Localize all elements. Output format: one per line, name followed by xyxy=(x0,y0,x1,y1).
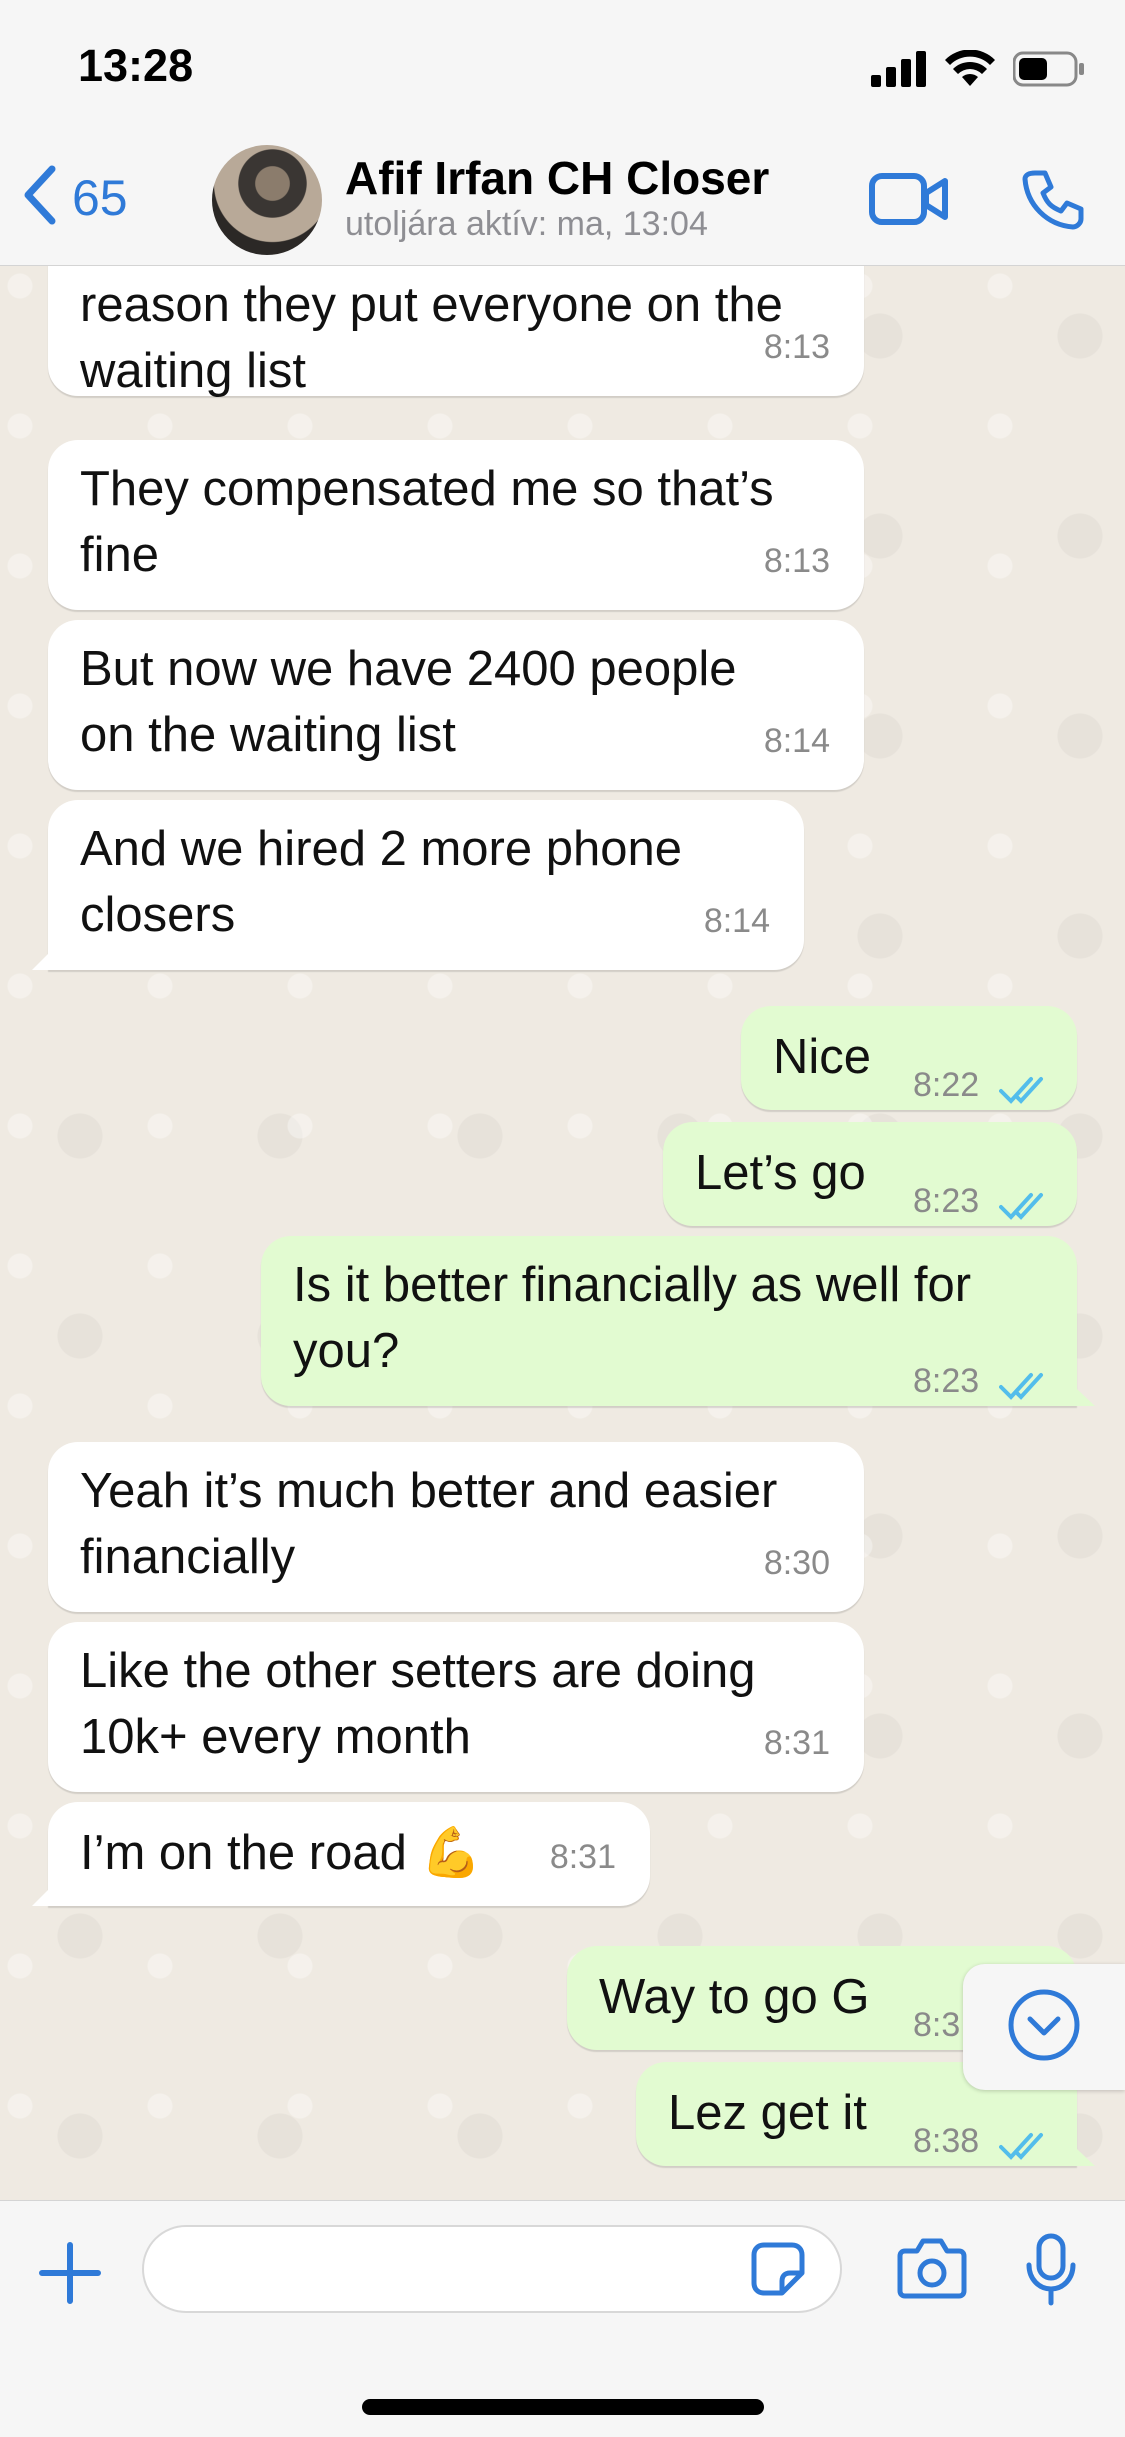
message-input[interactable] xyxy=(142,2225,842,2313)
message-time: 8:38 xyxy=(913,2122,980,2160)
message-time: 8:31 xyxy=(763,1724,830,1762)
signal-icon xyxy=(871,51,927,92)
message-text-line: closers xyxy=(80,888,236,942)
incoming-message[interactable]: And we hired 2 more phone closers 8:14 xyxy=(32,800,804,970)
message-time: 8:13 xyxy=(763,542,830,580)
chevron-down-circle-icon xyxy=(1006,1987,1082,2068)
chat-messages[interactable]: reason they put everyone on the waiting … xyxy=(0,266,1125,2200)
message-time: 8:30 xyxy=(763,1544,830,1582)
message-time: 8:23 xyxy=(913,1182,980,1220)
outgoing-message[interactable]: Is it better financially as well for you… xyxy=(261,1236,1095,1406)
chat-header: 65 Afif Irfan CH Closer utoljára aktív: … xyxy=(0,135,1125,266)
incoming-message[interactable]: Like the other setters are doing 10k+ ev… xyxy=(48,1622,864,1792)
message-text-line: But now we have 2400 people xyxy=(80,642,737,696)
message-text-line: Is it better financially as well for xyxy=(293,1258,972,1312)
message-text-line: you? xyxy=(293,1324,400,1378)
message-text-line: financially xyxy=(80,1530,296,1584)
message-text-line: Yeah it’s much better and easier xyxy=(80,1464,778,1518)
microphone-icon[interactable] xyxy=(1025,2233,1077,2312)
message-time: 8:14 xyxy=(703,902,770,940)
outgoing-message[interactable]: Let’s go 8:23 xyxy=(663,1122,1077,1226)
message-text-line: And we hired 2 more phone xyxy=(80,822,682,876)
scroll-to-bottom-button[interactable] xyxy=(963,1964,1125,2090)
message-text: Lez get it xyxy=(668,2086,867,2140)
outgoing-message[interactable]: Nice 8:22 xyxy=(741,1006,1077,1110)
message-text-line: fine xyxy=(80,528,160,582)
incoming-message[interactable]: But now we have 2400 people on the waiti… xyxy=(48,620,864,790)
bubble-tail xyxy=(1061,1374,1095,1406)
phone-icon[interactable] xyxy=(1021,167,1085,236)
bubble-tail xyxy=(32,938,64,970)
plus-icon[interactable] xyxy=(38,2241,102,2310)
message-text: I’m on the road 💪 xyxy=(80,1826,482,1880)
chevron-left-icon xyxy=(22,165,58,230)
video-call-icon[interactable] xyxy=(869,171,949,232)
battery-icon xyxy=(1012,51,1085,92)
message-text: Let’s go xyxy=(695,1146,866,1200)
message-time: 8:3 xyxy=(913,2006,961,2044)
read-receipt-icon xyxy=(999,1352,1047,1418)
home-indicator[interactable] xyxy=(362,2399,764,2415)
unread-count: 65 xyxy=(72,169,128,226)
last-seen: utoljára aktív: ma, 13:04 xyxy=(345,205,708,243)
message-time: 8:22 xyxy=(913,1066,980,1104)
bubble-tail xyxy=(32,1874,64,1906)
message-text-line: Like the other setters are doing xyxy=(80,1644,756,1698)
contact-name[interactable]: Afif Irfan CH Closer xyxy=(345,151,769,205)
message-text-line: waiting list xyxy=(80,344,307,398)
back-button[interactable]: 65 xyxy=(22,165,128,230)
message-input-bar xyxy=(0,2200,1125,2437)
message-text-line: reason they put everyone on the xyxy=(80,278,783,332)
message-time: 8:23 xyxy=(913,1362,980,1400)
wifi-icon xyxy=(945,49,995,93)
read-receipt-icon xyxy=(999,1172,1047,1238)
message-time: 8:14 xyxy=(763,722,830,760)
status-icons xyxy=(871,49,1085,93)
sticker-icon[interactable] xyxy=(750,2241,806,2302)
message-text: Way to go G xyxy=(599,1970,870,2024)
status-time: 13:28 xyxy=(78,40,194,91)
status-bar: 13:28 xyxy=(0,0,1125,135)
avatar[interactable] xyxy=(212,145,322,255)
read-receipt-icon xyxy=(999,2112,1047,2178)
header-actions xyxy=(869,167,1085,236)
incoming-message[interactable]: I’m on the road 💪 8:31 xyxy=(32,1802,650,1906)
message-time: 8:31 xyxy=(549,1838,616,1876)
message-text-line: on the waiting list xyxy=(80,708,456,762)
message-time: 8:13 xyxy=(763,328,830,366)
message-text-line: They compensated me so that’s xyxy=(80,462,774,516)
bubble-tail xyxy=(1061,2134,1095,2166)
message-text: Nice xyxy=(773,1030,872,1084)
read-receipt-icon xyxy=(999,1056,1047,1122)
incoming-message[interactable]: They compensated me so that’s fine 8:13 xyxy=(48,440,864,610)
incoming-message[interactable]: reason they put everyone on the waiting … xyxy=(48,266,864,398)
camera-icon[interactable] xyxy=(897,2237,967,2304)
incoming-message[interactable]: Yeah it’s much better and easier financi… xyxy=(48,1442,864,1612)
message-text-line: 10k+ every month xyxy=(80,1710,471,1764)
